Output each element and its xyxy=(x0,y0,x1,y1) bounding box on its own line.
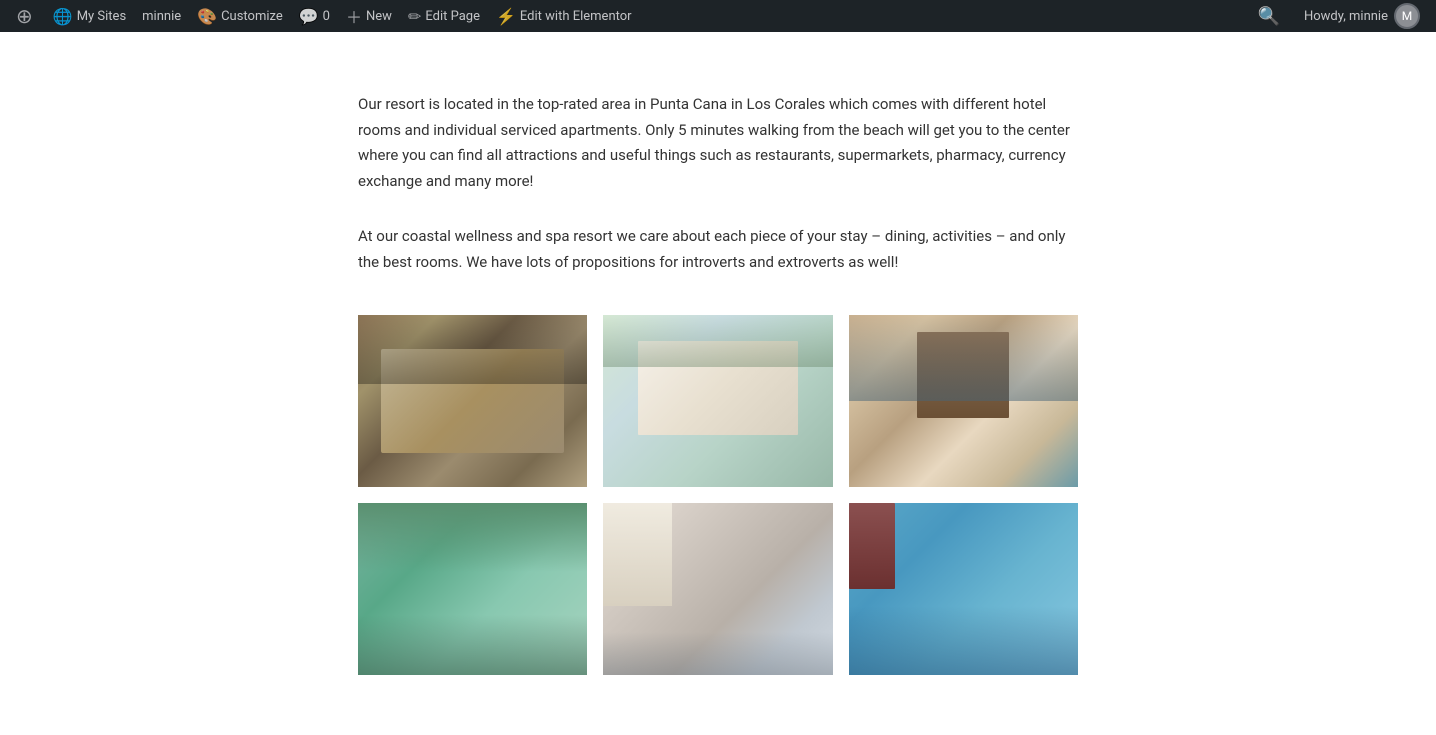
plus-icon: ＋ xyxy=(346,4,362,28)
paragraph-1-text: Our resort is located in the top-rated a… xyxy=(358,92,1078,194)
my-sites-label: My Sites xyxy=(77,9,126,24)
paragraph-2-text: At our coastal wellness and spa resort w… xyxy=(358,224,1078,275)
elementor-icon: ⚡ xyxy=(496,7,516,26)
main-content: Our resort is located in the top-rated a… xyxy=(0,32,1436,735)
gallery-image-1[interactable] xyxy=(358,315,587,487)
site-name-label: minnie xyxy=(142,9,181,24)
new-item[interactable]: ＋ New xyxy=(338,0,400,32)
howdy-item[interactable]: Howdy, minnie M xyxy=(1296,3,1428,29)
edit-page-item[interactable]: ✏ Edit Page xyxy=(400,0,488,32)
wp-logo-item[interactable]: ⊕ xyxy=(8,0,45,32)
search-icon: 🔍 xyxy=(1258,6,1280,27)
admin-bar: ⊕ 🌐 My Sites minnie 🎨 Customize 💬 0 ＋ Ne… xyxy=(0,0,1436,32)
my-sites-icon: 🌐 xyxy=(53,7,73,26)
new-label: New xyxy=(366,9,392,24)
comments-icon: 💬 xyxy=(299,7,319,26)
gallery-image-3[interactable] xyxy=(849,315,1078,487)
customize-icon: 🎨 xyxy=(197,7,217,26)
customize-item[interactable]: 🎨 Customize xyxy=(189,0,291,32)
gallery-image-4[interactable] xyxy=(358,503,587,675)
comments-count: 0 xyxy=(323,9,330,24)
content-wrapper: Our resort is located in the top-rated a… xyxy=(338,92,1098,675)
gallery-image-6[interactable] xyxy=(849,503,1078,675)
search-button[interactable]: 🔍 xyxy=(1250,0,1288,32)
edit-page-label: Edit Page xyxy=(425,9,480,24)
gallery-image-2[interactable] xyxy=(603,315,832,487)
edit-elementor-label: Edit with Elementor xyxy=(520,9,632,24)
customize-label: Customize xyxy=(221,9,283,24)
site-name-item[interactable]: minnie xyxy=(134,0,189,32)
paragraph-1: Our resort is located in the top-rated a… xyxy=(358,92,1078,194)
edit-page-icon: ✏ xyxy=(408,7,421,26)
my-sites-item[interactable]: 🌐 My Sites xyxy=(45,0,134,32)
avatar: M xyxy=(1394,3,1420,29)
gallery-grid xyxy=(358,315,1078,675)
gallery-image-5[interactable] xyxy=(603,503,832,675)
wp-logo-icon: ⊕ xyxy=(16,4,33,28)
comments-item[interactable]: 💬 0 xyxy=(291,0,338,32)
avatar-initial: M xyxy=(1402,9,1412,23)
edit-elementor-item[interactable]: ⚡ Edit with Elementor xyxy=(488,0,640,32)
paragraph-2: At our coastal wellness and spa resort w… xyxy=(358,224,1078,275)
howdy-text: Howdy, minnie xyxy=(1304,9,1388,24)
